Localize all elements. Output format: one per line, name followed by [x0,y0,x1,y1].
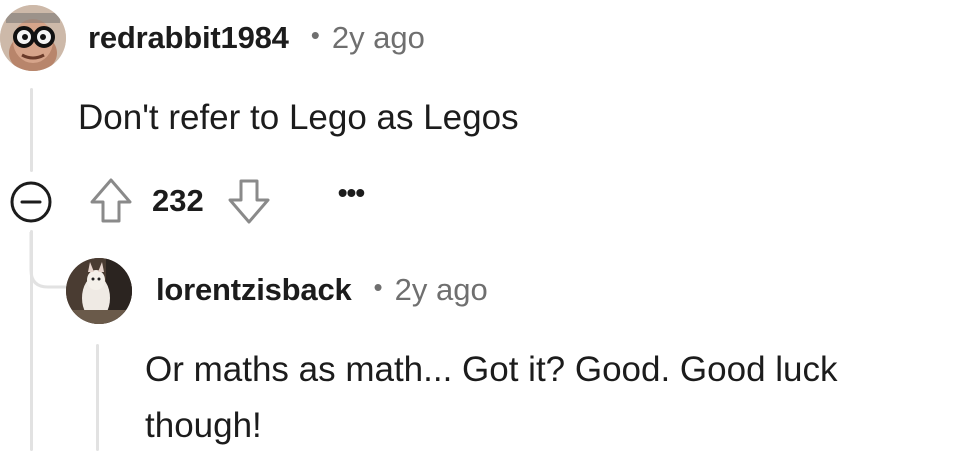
more-options-button[interactable]: ••• [338,177,365,209]
reply-body-line-1: Or maths as math... Got it? Good. Good l… [145,350,838,389]
comment-meta: redrabbit1984 • 2y ago [88,20,425,56]
timestamp[interactable]: 2y ago [395,272,488,308]
reply-thread-line[interactable] [96,344,99,451]
avatar-lorentzisback[interactable] [66,258,132,324]
username[interactable]: lorentzisback [156,272,352,308]
meta-separator: • [373,271,383,302]
reply-body: Or maths as math... Got it? Good. Good l… [145,342,838,451]
comment-body: Don't refer to Lego as Legos [78,98,519,137]
meta-separator: • [310,19,320,50]
vote-count: 232 [152,183,204,218]
thread-line-top[interactable] [30,88,33,172]
comment-thread: redrabbit1984 • 2y ago Don't refer to Le… [0,0,960,451]
downvote-arrow-icon[interactable] [226,176,272,226]
timestamp[interactable]: 2y ago [332,20,425,56]
avatar-redrabbit1984[interactable] [0,5,66,71]
reply-meta: lorentzisback • 2y ago [156,272,488,308]
reply-body-line-2: though! [145,406,262,445]
upvote-arrow-icon[interactable] [88,176,134,226]
username[interactable]: redrabbit1984 [88,20,289,56]
collapse-minus-icon[interactable] [9,180,53,224]
comment-actions: 232 ••• [88,176,365,226]
